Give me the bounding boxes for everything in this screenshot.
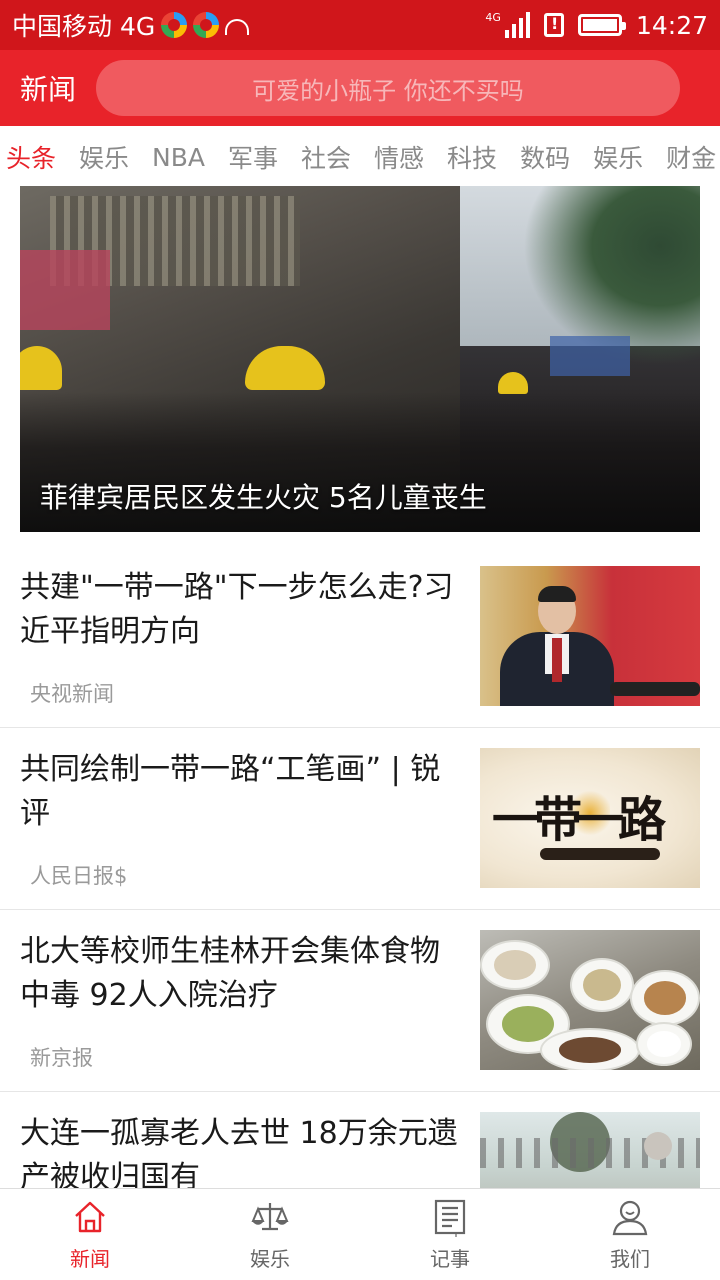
app-notification-icon — [161, 12, 188, 38]
app-notification-icon-2 — [193, 12, 220, 38]
hero-article[interactable]: 菲律宾居民区发生火灾 5名儿童丧生 — [20, 186, 700, 532]
news-item[interactable]: 大连一孤寡老人去世 18万余元遗产被收归国有 — [0, 1092, 720, 1188]
status-right: 4G 14:27 — [485, 11, 708, 40]
news-source: 人民日报$ — [30, 864, 128, 888]
signal-strength-icon — [504, 12, 530, 38]
scale-icon — [251, 1203, 289, 1231]
news-source: 央视新闻 — [30, 682, 114, 706]
hero-caption: 菲律宾居民区发生火灾 5名儿童丧生 — [40, 481, 487, 514]
news-title: 共同绘制一带一路“工笔画” | 锐评 — [20, 752, 441, 831]
tab-entertainment[interactable]: 娱乐 — [79, 139, 129, 175]
notebook-icon — [434, 1199, 466, 1237]
nav-label: 娱乐 — [250, 1247, 290, 1271]
search-placeholder: 可爱的小瓶子 你还不买吗 — [252, 76, 524, 105]
home-icon — [75, 1201, 105, 1233]
tab-military[interactable]: 军事 — [228, 139, 278, 175]
news-thumbnail — [480, 1112, 700, 1188]
sim-alert-icon — [543, 13, 564, 37]
clock: 14:27 — [635, 10, 708, 40]
news-list: 共建"一带一路"下一步怎么走?习近平指明方向 央视新闻 共同绘制一带一路“工笔画… — [0, 546, 720, 1188]
tab-finance[interactable]: 财金 — [666, 139, 716, 175]
news-item[interactable]: 共同绘制一带一路“工笔画” | 锐评 人民日报$ 一带一路 — [0, 728, 720, 910]
nav-news[interactable]: 新闻 — [0, 1189, 180, 1280]
tab-technology[interactable]: 科技 — [447, 139, 497, 175]
nav-label: 记事 — [430, 1247, 470, 1271]
tab-society[interactable]: 社会 — [301, 139, 351, 175]
news-title: 北大等校师生桂林开会集体食物中毒 92人入院治疗 — [20, 934, 440, 1013]
nav-label: 新闻 — [70, 1247, 110, 1271]
category-tabs: 头条 娱乐 NBA 军事 社会 情感 科技 数码 娱乐 财金 — [0, 126, 720, 188]
status-bar: 中国移动 4G 4G 14:27 — [0, 0, 720, 50]
nav-about-us[interactable]: 我们 — [540, 1189, 720, 1280]
tab-emotion[interactable]: 情感 — [374, 139, 424, 175]
page-title: 新闻 — [20, 73, 77, 106]
news-thumbnail: 一带一路 — [480, 748, 700, 888]
nav-notes[interactable]: 记事 — [360, 1189, 540, 1280]
tab-entertainment-2[interactable]: 娱乐 — [593, 139, 643, 175]
android-icon — [225, 19, 250, 35]
news-thumbnail — [480, 930, 700, 1070]
search-input[interactable]: 可爱的小瓶子 你还不买吗 — [96, 60, 680, 116]
network-type-label: 4G — [485, 10, 501, 24]
tab-headlines[interactable]: 头条 — [6, 139, 56, 175]
news-title: 共建"一带一路"下一步怎么走?习近平指明方向 — [20, 570, 454, 649]
user-icon — [612, 1200, 648, 1236]
tab-nba[interactable]: NBA — [152, 143, 205, 172]
news-item[interactable]: 共建"一带一路"下一步怎么走?习近平指明方向 央视新闻 — [0, 546, 720, 728]
battery-icon — [577, 14, 626, 36]
news-item[interactable]: 北大等校师生桂林开会集体食物中毒 92人入院治疗 新京报 — [0, 910, 720, 1092]
news-source: 新京报 — [30, 1046, 93, 1070]
belt-road-calligraphy: 一带一路 — [492, 792, 666, 848]
news-title: 大连一孤寡老人去世 18万余元遗产被收归国有 — [20, 1116, 458, 1188]
bottom-navigation: 新闻 娱乐 记事 我们 — [0, 1188, 720, 1280]
tab-digital[interactable]: 数码 — [520, 139, 570, 175]
news-thumbnail — [480, 566, 700, 706]
status-left: 中国移动 4G — [12, 7, 250, 43]
carrier-label: 中国移动 4G — [12, 12, 156, 41]
nav-label: 我们 — [610, 1247, 650, 1271]
nav-entertainment[interactable]: 娱乐 — [180, 1189, 360, 1280]
app-header: 新闻 可爱的小瓶子 你还不买吗 — [0, 50, 720, 126]
